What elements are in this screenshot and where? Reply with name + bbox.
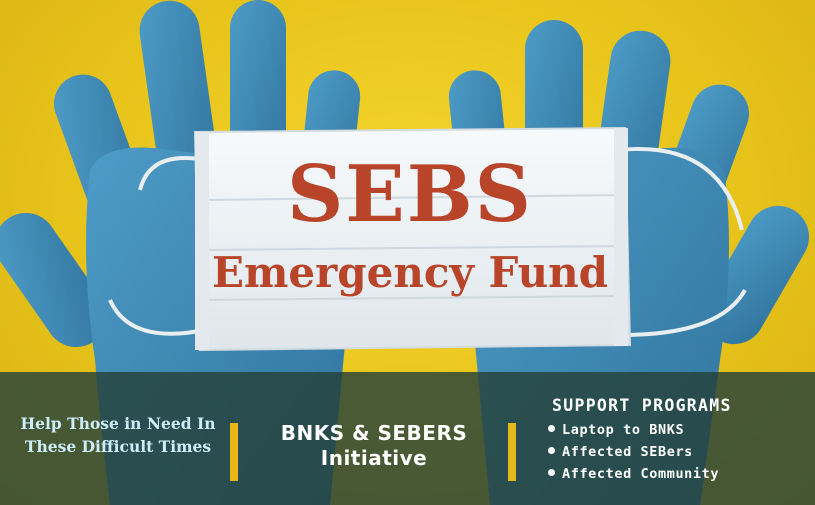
initiative-label: BNKS & SEBERS Initiative	[280, 421, 468, 470]
bullet-icon	[548, 469, 555, 476]
help-tagline: Help Those in Need In These Difficult Ti…	[20, 414, 216, 456]
support-programs: SUPPORT PROGRAMS Laptop to BNKS Affected…	[548, 393, 813, 485]
program-item: Affected SEBers	[548, 441, 813, 463]
divider-left	[230, 423, 238, 481]
bullet-icon	[548, 425, 555, 432]
program-item: Laptop to BNKS	[548, 419, 813, 441]
support-programs-list: Laptop to BNKS Affected SEBers Affected …	[548, 419, 813, 485]
bullet-icon	[548, 447, 555, 454]
support-programs-heading: SUPPORT PROGRAMS	[552, 396, 732, 415]
program-label: Affected Community	[562, 466, 720, 482]
poster-subtitle: Emergency Fund	[211, 248, 609, 297]
poster-title: SEBS	[286, 149, 534, 240]
program-item: Affected Community	[548, 463, 813, 485]
program-label: Affected SEBers	[562, 444, 693, 460]
program-label: Laptop to BNKS	[562, 422, 685, 438]
poster: SEBS Emergency Fund Help Those in Need I…	[0, 0, 815, 505]
divider-right	[508, 423, 516, 481]
